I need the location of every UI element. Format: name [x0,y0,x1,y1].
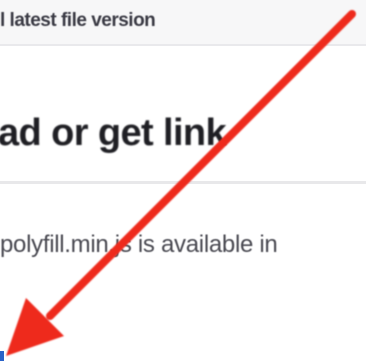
divider [0,181,366,184]
arrow-shaft [46,10,356,320]
page: l latest file version ad or get link pol… [0,0,366,361]
section-heading: ad or get link [0,112,227,154]
top-bar: l latest file version [0,0,366,46]
link-marker [0,351,4,361]
section-body-text: polyfill.min.js is available in [0,231,278,258]
arrow-head [6,298,64,356]
latest-version-text: l latest file version [0,10,156,31]
